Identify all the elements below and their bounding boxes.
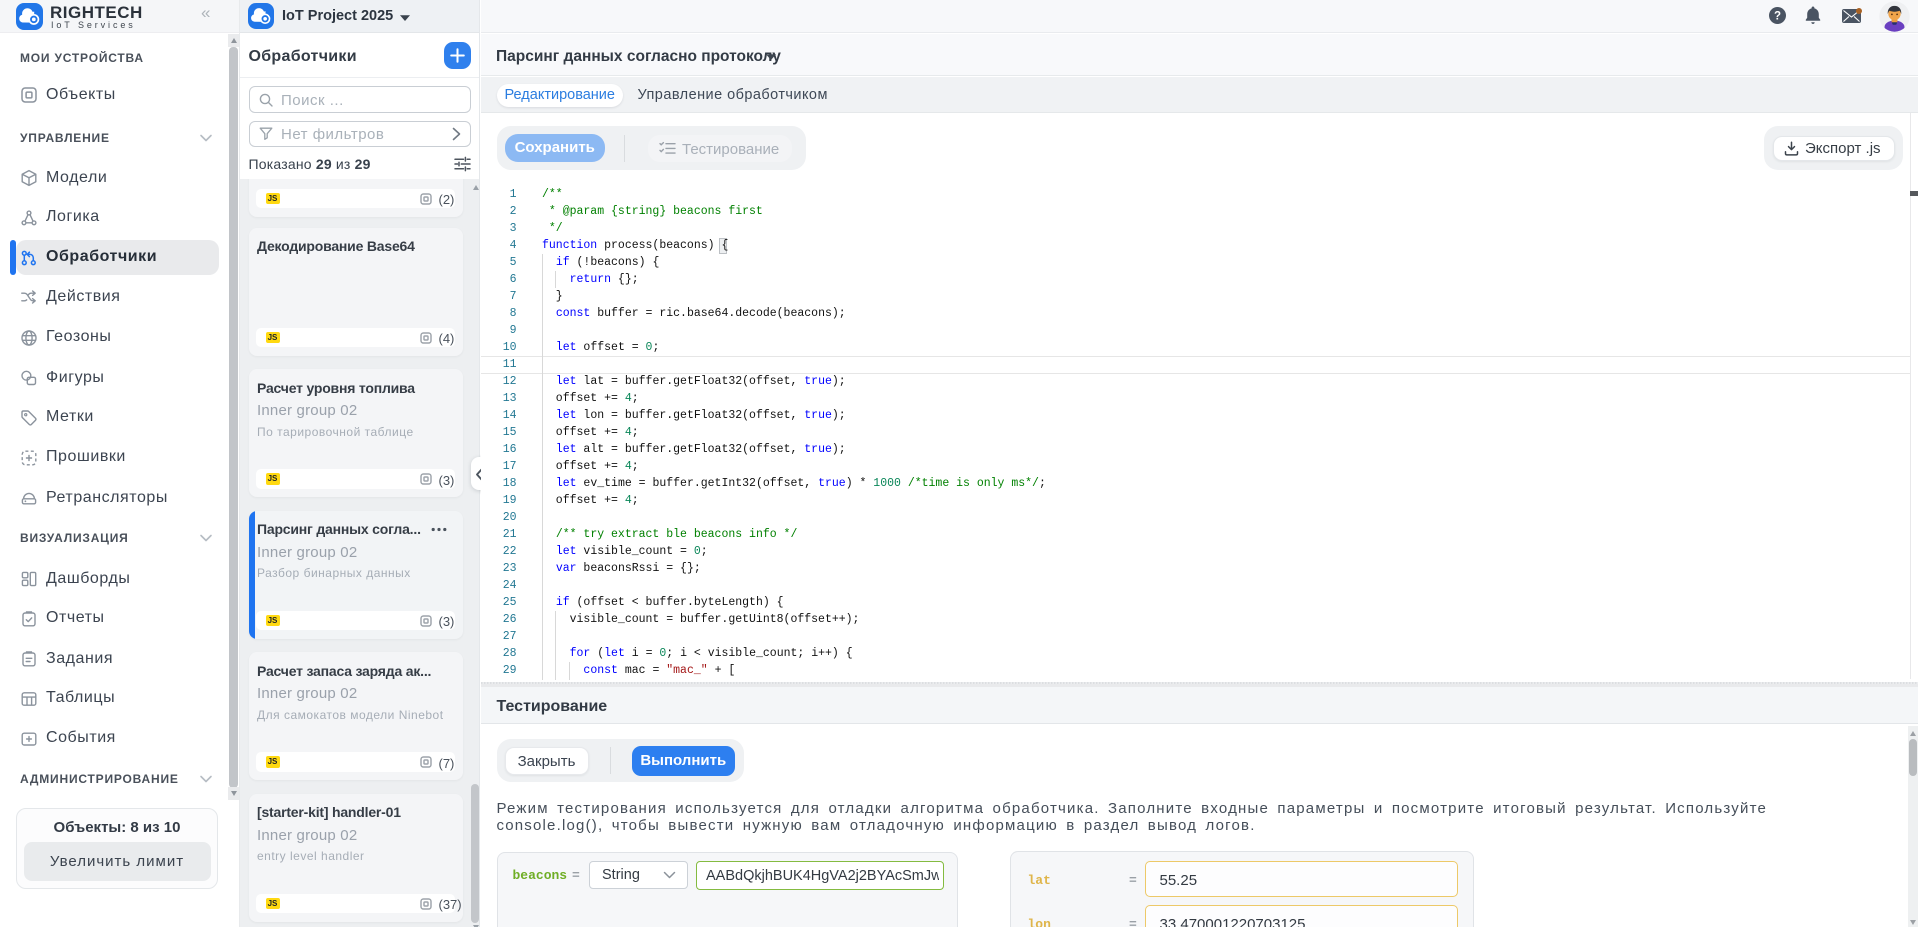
- svg-text:?: ?: [1773, 11, 1780, 23]
